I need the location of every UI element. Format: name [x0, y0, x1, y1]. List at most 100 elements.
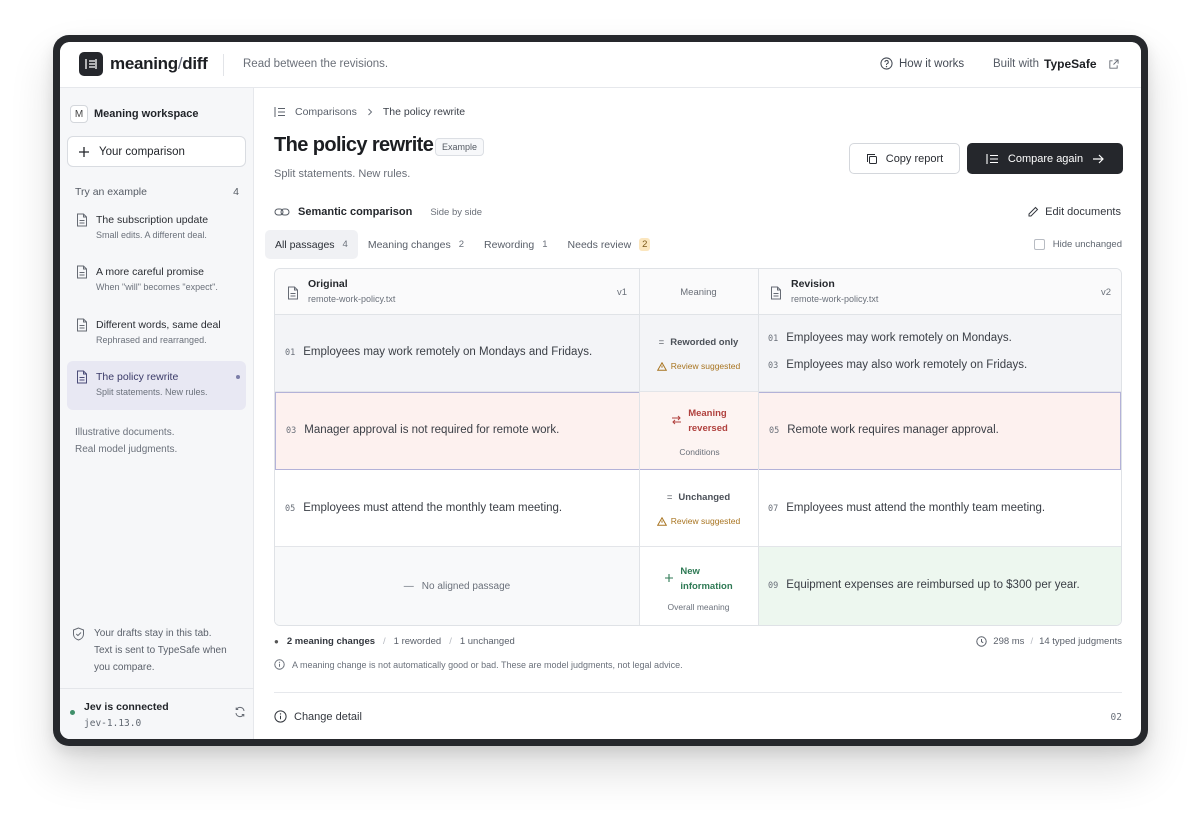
no-aligned-text: No aligned passage: [421, 581, 511, 592]
meaning-cell: New information Overall meaning: [639, 547, 758, 625]
unchanged-count: 1 unchanged: [459, 636, 515, 647]
plus-icon: [665, 574, 674, 582]
review-text: Review suggested: [670, 516, 741, 526]
how-it-works-link[interactable]: How it works: [880, 57, 964, 70]
warning-icon: [656, 361, 667, 371]
document-icon: [288, 286, 298, 300]
breadcrumb-current: The policy rewrite: [382, 106, 466, 118]
table-row[interactable]: — No aligned passage New information Overa…: [275, 547, 1121, 625]
privacy-line: you compare.: [94, 662, 155, 673]
workspace-name: Meaning workspace: [94, 108, 199, 120]
arrow-right-icon: [1093, 154, 1104, 163]
your-comparison-label: Your comparison: [99, 145, 185, 158]
document-icon: [77, 213, 87, 227]
warning-icon: [656, 516, 667, 526]
revision-column-header: Revision remote-work-policy.txt v2: [758, 269, 1121, 315]
workspace-switcher[interactable]: M Meaning workspace: [70, 105, 199, 123]
review-text: Review suggested: [670, 361, 741, 371]
version-label: jev-1.13.0: [84, 718, 142, 729]
copy-report-button[interactable]: Copy report: [849, 143, 960, 174]
tab-count-badge: 2: [639, 238, 651, 251]
examples-title: Try an example: [75, 186, 147, 198]
info-icon: [274, 710, 287, 723]
breadcrumb: Comparisons The policy rewrite: [274, 106, 465, 118]
plus-icon: [79, 146, 89, 157]
breadcrumb-root[interactable]: Comparisons: [295, 106, 357, 118]
meaning-cell: = Unchanged Review suggested: [639, 470, 758, 546]
status-dot: [70, 710, 75, 715]
meaning-column-header: Meaning: [680, 287, 717, 298]
timing-info: 298 ms / 14 typed judgments: [976, 636, 1122, 647]
example-policy-rewrite[interactable]: The policy rewrite Split statements. New…: [67, 361, 246, 410]
review-note: Review suggested: [639, 516, 758, 526]
device-frame: meaning/diff Read between the revisions.…: [53, 35, 1148, 746]
revision-passage: 01 Employees may work remotely on Mondays…: [768, 332, 1012, 344]
tab-all-passages[interactable]: All passages 4: [265, 230, 358, 259]
separator: /: [383, 636, 386, 647]
chevron-right-icon: [368, 108, 373, 116]
meaning-cell: = Reworded only Review suggested: [639, 315, 758, 391]
app-window: meaning/diff Read between the revisions.…: [60, 42, 1141, 739]
page-title: The policy rewrite: [274, 134, 434, 156]
original-passage: 05 Employees must attend the monthly team…: [285, 502, 562, 514]
example-subtitle: Split statements. New rules.: [96, 387, 208, 397]
built-with-link[interactable]: Built with TypeSafe: [993, 57, 1119, 71]
revision-title: Revision: [791, 278, 835, 290]
example-subscription-update[interactable]: The subscription update Small edits. A d…: [67, 204, 246, 253]
example-title: A more careful promise: [96, 266, 204, 278]
example-careful-promise[interactable]: A more careful promise When "will" becom…: [67, 256, 246, 305]
passage-number: 01: [768, 334, 779, 344]
passage-number: 03: [286, 426, 297, 436]
illustrative-note: Illustrative documents. Real model judgm…: [75, 424, 177, 458]
compare-again-label: Compare again: [1007, 152, 1084, 165]
verdict-label: = Reworded only: [639, 337, 758, 348]
passage-text: Employees may work remotely on Mondays a…: [303, 346, 593, 358]
hide-unchanged-checkbox[interactable]: [1033, 239, 1045, 250]
verdict-label: Meaning reversed: [640, 406, 759, 436]
example-different-words[interactable]: Different words, same deal Rephrased and…: [67, 309, 246, 358]
original-passage: 03 Manager approval is not required for r…: [286, 424, 559, 436]
compare-again-button[interactable]: Compare again: [967, 143, 1123, 174]
table-row[interactable]: 05 Employees must attend the monthly team…: [275, 470, 1121, 547]
tab-rewording[interactable]: Rewording 1: [474, 230, 558, 259]
hide-unchanged-toggle[interactable]: Hide unchanged: [1033, 239, 1122, 250]
document-icon: [77, 318, 87, 332]
compare-icon: [986, 153, 998, 164]
sidebar: M Meaning workspace Your comparison Try …: [60, 88, 254, 739]
copy-icon: [866, 153, 877, 164]
view-mode[interactable]: Side by side: [430, 207, 482, 218]
verdict-label: = Unchanged: [639, 492, 758, 503]
filter-tabs: All passages 4 Meaning changes 2 Rewording…: [265, 230, 660, 259]
workspace-avatar: M: [70, 105, 88, 123]
tab-count: 1: [542, 239, 548, 250]
summary-stats: ● 2 meaning changes / 1 reworded / 1 unc…: [274, 636, 1122, 647]
section-header: Semantic comparison Side by side: [274, 206, 482, 218]
verdict-note: Overall meaning: [667, 602, 730, 612]
table-row-selected[interactable]: 03 Manager approval is not required for r…: [275, 392, 1121, 470]
table-row[interactable]: 01 Employees may work remotely on Mondays…: [275, 315, 1121, 392]
passage-text: Manager approval is not required for rem…: [304, 424, 560, 436]
duration: 298 ms: [993, 636, 1025, 647]
section-title: Semantic comparison: [298, 206, 413, 218]
edit-documents-button[interactable]: Edit documents: [1027, 206, 1121, 218]
separator: /: [449, 636, 452, 647]
compare-icon: [274, 107, 285, 117]
passage-number: 05: [769, 426, 780, 436]
privacy-note: Your drafts stay in this tab. Text is se…: [72, 625, 247, 676]
tab-meaning-changes[interactable]: Meaning changes 2: [358, 230, 474, 259]
verdict-text: information: [680, 581, 733, 592]
revision-file: remote-work-policy.txt: [791, 294, 879, 304]
passage-text: Employees may also work remotely on Frid…: [786, 359, 1028, 371]
original-version: v1: [616, 287, 627, 298]
revision-new-cell: 09 Equipment expenses are reimbursed up t…: [758, 547, 1121, 625]
app-logo[interactable]: meaning/diff: [110, 54, 208, 74]
revision-passage: 05 Remote work requires manager approval.: [769, 424, 999, 436]
built-with-label: Built with: [993, 58, 1040, 70]
judgment-count: 14 typed judgments: [1039, 636, 1122, 647]
change-detail-toggle[interactable]: Change detail: [274, 710, 362, 723]
verdict-text: Unchanged: [678, 492, 731, 503]
refresh-icon[interactable]: [234, 706, 246, 718]
dash-icon: —: [403, 581, 414, 592]
tab-needs-review[interactable]: Needs review 2: [558, 230, 661, 259]
your-comparison-button[interactable]: Your comparison: [67, 136, 246, 167]
